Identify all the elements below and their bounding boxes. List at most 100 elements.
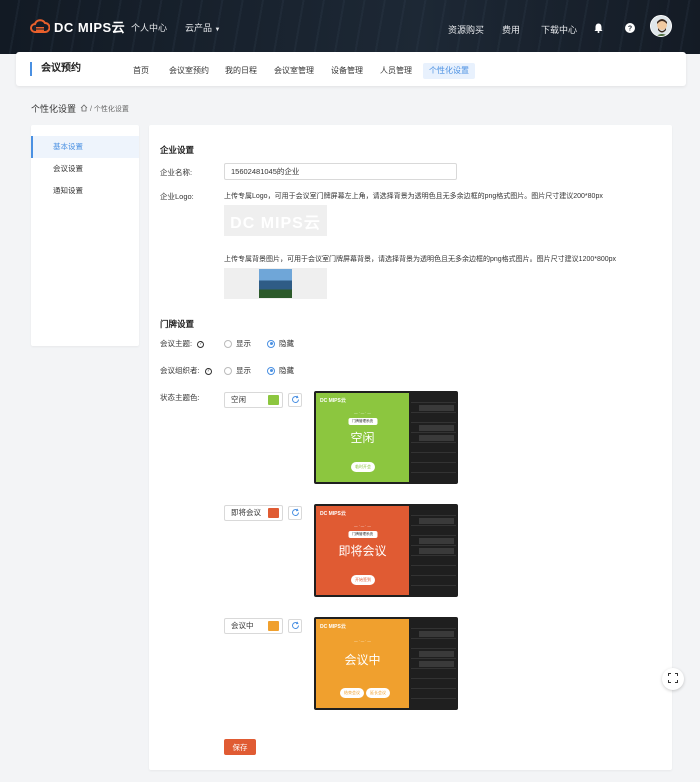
preview-action-button: 开始签到 [351,575,375,585]
schedule-row [411,556,456,566]
enterprise-logo-label: 企业Logo: [160,192,194,201]
nav-resource-purchase[interactable]: 资源购买 [448,23,484,36]
user-avatar[interactable] [650,15,672,37]
bell-icon[interactable] [593,22,604,33]
schedule-row [411,629,456,639]
upcoming-color-field[interactable]: 即将会议 [224,505,283,521]
meeting-topic-label: 会议主题:? [160,338,205,349]
caret-down-icon: ▼ [214,27,221,33]
fullscreen-button[interactable] [662,668,684,690]
preview-time-line: — · — · — [354,524,371,528]
schedule-row [411,393,456,403]
schedule-row [411,423,456,433]
schedule-row [411,669,456,679]
schedule-row [411,649,456,659]
upcoming-reset-color-button[interactable] [288,506,302,520]
breadcrumb: / 个性化设置 [80,104,129,114]
side-item-meeting-settings[interactable]: 会议设置 [31,158,139,180]
schedule-row [411,506,456,516]
preview-secondary-button: 延长会议 [366,688,390,698]
tab-device-management[interactable]: 设备管理 [325,63,369,79]
preview-time-line: — · — · — [354,411,371,415]
organizer-show-radio[interactable]: 显示 [224,365,251,376]
preview-schedule-list [411,506,456,595]
idle-color-swatch[interactable] [268,395,279,405]
organizer-visibility-radio-group: 显示 隐藏 [224,365,294,376]
schedule-row [411,516,456,526]
brand-logo[interactable]: DC MIPS云 [30,17,125,36]
fullscreen-icon [668,673,678,685]
idle-doorplate-preview: DC MIPS云 — · — · — 门牌管理系统 空闲 临时开会 [314,391,458,484]
schedule-block [419,631,454,637]
refresh-icon [291,395,300,406]
schedule-block [419,425,454,431]
schedule-block [419,651,454,657]
upcoming-color-swatch[interactable] [268,508,279,518]
brand-name: DC MIPS云 [54,20,126,35]
schedule-row [411,526,456,536]
top-navbar: DC MIPS云 个人中心 云产品 ▼ 资源购买 费用 下载中心 ? [0,0,700,54]
save-button[interactable]: 保存 [224,739,256,755]
organizer-help-icon[interactable]: ? [204,367,212,375]
idle-color-name: 空闲 [231,395,246,404]
radio-dot [267,339,275,348]
preview-brand: DC MIPS云 [320,398,346,404]
nav-personal-center[interactable]: 个人中心 [131,21,167,34]
theme-color-label: 状态主题色: [160,393,200,402]
radio-label: 隐藏 [279,366,294,375]
preview-tag: 门牌管理系统 [348,531,377,538]
upcoming-color-name: 即将会议 [231,508,261,517]
topic-help-icon[interactable]: ? [197,340,205,348]
logo-preview-text: DC MIPS云 [230,214,321,232]
page-title: 个性化设置 [31,104,77,114]
preview-schedule-list [411,619,456,708]
nav-download-center[interactable]: 下载中心 [541,23,577,36]
preview-schedule-list [411,393,456,482]
tab-my-schedule[interactable]: 我的日程 [219,63,263,79]
background-upload-box[interactable] [224,268,327,299]
meeting-organizer-label: 会议组织者:? [160,365,212,376]
schedule-block [419,661,454,667]
meeting-topic-label-text: 会议主题: [160,339,193,348]
background-preview-image [259,269,292,298]
in-meeting-color-name: 会议中 [231,621,254,630]
topic-hide-radio[interactable]: 隐藏 [267,338,294,349]
module-header: 会议预约 首页 会议室预约 我的日程 会议室管理 设备管理 人员管理 个性化设置 [16,52,686,86]
side-item-notification-settings[interactable]: 通知设置 [31,180,139,202]
tab-home[interactable]: 首页 [127,63,155,79]
idle-color-field[interactable]: 空闲 [224,392,283,408]
schedule-row [411,659,456,669]
tab-people-management[interactable]: 人员管理 [374,63,418,79]
nav-cloud-products[interactable]: 云产品 ▼ [185,21,220,34]
help-icon[interactable]: ? [624,22,635,33]
idle-reset-color-button[interactable] [288,393,302,407]
schedule-row [411,679,456,689]
tab-personalization[interactable]: 个性化设置 [423,63,475,79]
topic-show-radio[interactable]: 显示 [224,338,251,349]
tab-room-management[interactable]: 会议室管理 [268,63,320,79]
preview-hero: DC MIPS云 — · — · — 会议中 结束会议 延长会议 [316,619,409,708]
preview-status: 即将会议 [338,544,387,558]
refresh-icon [291,621,300,632]
logo-upload-box[interactable]: DC MIPS云 [224,205,327,236]
schedule-row [411,689,456,699]
radio-dot [224,339,232,348]
preview-hero: DC MIPS云 — · — · — 门牌管理系统 即将会议 开始签到 [316,506,409,595]
in-meeting-reset-color-button[interactable] [288,619,302,633]
home-icon[interactable] [80,104,88,114]
enterprise-name-input[interactable] [224,163,457,180]
module-title: 会议预约 [30,62,81,76]
schedule-row [411,443,456,453]
enterprise-section-title: 企业设置 [160,145,195,155]
radio-dot [224,366,232,375]
in-meeting-color-swatch[interactable] [268,621,279,631]
side-item-basic-settings[interactable]: 基本设置 [31,136,139,158]
preview-brand: DC MIPS云 [320,624,346,630]
in-meeting-color-field[interactable]: 会议中 [224,618,283,634]
settings-side-menu: 基本设置 会议设置 通知设置 [31,125,139,346]
tab-room-booking[interactable]: 会议室预约 [163,63,215,79]
organizer-hide-radio[interactable]: 隐藏 [267,365,294,376]
nav-fees[interactable]: 费用 [502,23,520,36]
preview-action-button: 临时开会 [351,462,375,472]
in-meeting-doorplate-preview: DC MIPS云 — · — · — 会议中 结束会议 延长会议 [314,617,458,710]
